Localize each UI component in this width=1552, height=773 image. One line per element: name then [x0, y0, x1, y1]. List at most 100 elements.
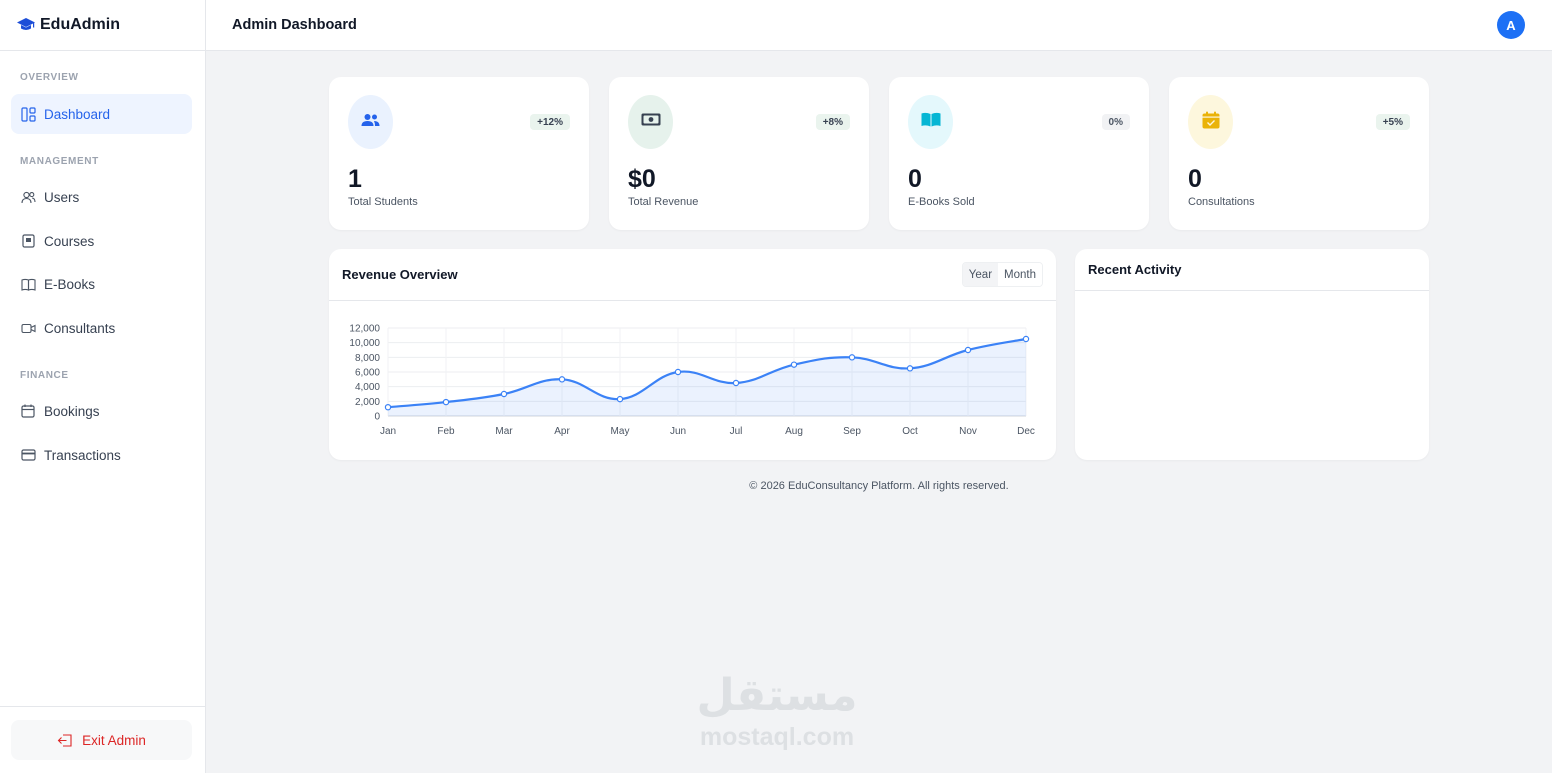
- y-tick-label: 10,000: [349, 338, 380, 349]
- sidebar-item-label: Users: [44, 189, 80, 205]
- sidebar-item-courses[interactable]: Courses: [11, 221, 192, 261]
- toggle-year-button[interactable]: Year: [962, 263, 999, 286]
- x-tick-label: Mar: [495, 426, 513, 437]
- logout-icon: [57, 732, 73, 748]
- data-point: [500, 390, 508, 398]
- calendar-check-icon: [1202, 111, 1220, 134]
- stat-label: Total Students: [348, 196, 418, 208]
- sidebar-footer: Exit Admin: [0, 706, 205, 773]
- stat-card-students: +12% 1 Total Students: [329, 77, 589, 230]
- x-tick-label: Jul: [730, 426, 743, 437]
- users-icon: [361, 113, 380, 132]
- stat-change-badge: 0%: [1101, 114, 1130, 130]
- data-point: [442, 398, 450, 406]
- topbar: Admin Dashboard A: [206, 0, 1552, 51]
- stat-label: Consultations: [1188, 196, 1255, 208]
- toggle-month-button[interactable]: Month: [998, 263, 1042, 286]
- sidebar-item-bookings[interactable]: Bookings: [11, 391, 192, 431]
- recent-activity-title: Recent Activity: [1088, 262, 1182, 277]
- graduation-cap-icon: [17, 18, 35, 32]
- data-point: [732, 379, 740, 387]
- stat-value: 0: [1188, 165, 1202, 193]
- x-tick-label: Dec: [1017, 426, 1035, 437]
- x-tick-label: Jan: [380, 426, 396, 437]
- brand[interactable]: EduAdmin: [0, 0, 205, 51]
- y-tick-label: 6,000: [355, 368, 380, 379]
- revenue-overview-card: Revenue Overview Year Month 0 2,000 4,000 6…: [329, 249, 1056, 460]
- x-tick-label: Nov: [959, 426, 977, 437]
- sidebar-item-label: Consultants: [44, 320, 116, 336]
- x-tick-label: May: [611, 426, 630, 437]
- x-tick-label: Aug: [785, 426, 803, 437]
- stat-value: 1: [348, 165, 362, 193]
- card-divider: [1075, 290, 1429, 291]
- sidebar-item-users[interactable]: Users: [11, 177, 192, 217]
- stat-change-badge: +8%: [815, 114, 850, 130]
- brand-name: EduAdmin: [40, 16, 120, 33]
- y-tick-label: 12,000: [349, 324, 380, 335]
- sidebar-item-label: Bookings: [44, 403, 100, 419]
- revenue-overview-title: Revenue Overview: [342, 267, 458, 282]
- data-point: [674, 368, 682, 376]
- revenue-line-chart: 0 2,000 4,000 6,000 8,000 10,000 12,000 Jan Feb M…: [349, 324, 1035, 438]
- sidebar-item-label: Transactions: [44, 447, 121, 463]
- watermark-arabic: مستقل: [696, 670, 858, 721]
- data-point: [1022, 335, 1030, 343]
- dashboard-icon: [20, 106, 36, 122]
- exit-admin-button[interactable]: Exit Admin: [11, 720, 192, 760]
- stat-card-ebooks: 0% 0 E-Books Sold: [889, 77, 1149, 230]
- book-open-icon: [921, 112, 941, 132]
- x-tick-label: Feb: [437, 426, 455, 437]
- sidebar-item-label: Courses: [44, 233, 95, 249]
- stat-value: 0: [908, 165, 922, 193]
- period-toggle: Year Month: [961, 262, 1043, 287]
- stat-label: E-Books Sold: [908, 196, 975, 208]
- sidebar: EduAdmin OVERVIEW Dashboard MANAGEMENT U…: [0, 0, 206, 773]
- stat-value: $0: [628, 165, 656, 193]
- x-tick-label: Sep: [843, 426, 861, 437]
- watermark-latin: mostaql.com: [699, 723, 855, 751]
- sidebar-item-dashboard[interactable]: Dashboard: [11, 94, 192, 134]
- video-icon: [20, 320, 36, 336]
- money-icon: [641, 113, 661, 131]
- copyright-footer: © 2026 EduConsultancy Platform. All righ…: [749, 480, 1009, 492]
- data-point: [384, 403, 392, 411]
- sidebar-item-label: Dashboard: [44, 106, 111, 122]
- stat-icon-circle: [628, 95, 673, 149]
- stat-icon-circle: [908, 95, 953, 149]
- exit-admin-label: Exit Admin: [82, 732, 146, 748]
- page-title: Admin Dashboard: [232, 17, 357, 33]
- book-icon: [20, 276, 36, 292]
- y-tick-label: 8,000: [355, 353, 380, 364]
- courses-icon: [20, 233, 36, 249]
- y-tick-label: 4,000: [355, 382, 380, 393]
- users-icon: [20, 189, 36, 205]
- y-tick-label: 2,000: [355, 397, 380, 408]
- avatar[interactable]: A: [1497, 11, 1525, 39]
- data-point: [964, 346, 972, 354]
- stat-icon-circle: [348, 95, 393, 149]
- x-tick-label: Apr: [554, 426, 570, 437]
- stat-label: Total Revenue: [628, 196, 699, 208]
- stat-icon-circle: [1188, 95, 1233, 149]
- stat-card-consultations: +5% 0 Consultations: [1169, 77, 1429, 230]
- x-tick-label: Oct: [902, 426, 918, 437]
- sidebar-item-ebooks[interactable]: E-Books: [11, 264, 192, 304]
- section-management: MANAGEMENT: [20, 156, 99, 167]
- sidebar-item-consultants[interactable]: Consultants: [11, 308, 192, 348]
- calendar-icon: [20, 403, 36, 419]
- stat-card-revenue: +8% $0 Total Revenue: [609, 77, 869, 230]
- credit-card-icon: [20, 447, 36, 463]
- data-point: [616, 395, 624, 403]
- stat-change-badge: +5%: [1375, 114, 1410, 130]
- x-tick-label: Jun: [670, 426, 686, 437]
- sidebar-item-label: E-Books: [44, 276, 96, 292]
- section-finance: FINANCE: [20, 370, 69, 381]
- data-point: [790, 361, 798, 368]
- data-point: [848, 354, 856, 361]
- recent-activity-card: Recent Activity: [1075, 249, 1429, 460]
- data-point: [906, 365, 914, 372]
- y-tick-label: 0: [374, 412, 380, 423]
- sidebar-item-transactions[interactable]: Transactions: [11, 435, 192, 475]
- stat-change-badge: +12%: [530, 114, 570, 130]
